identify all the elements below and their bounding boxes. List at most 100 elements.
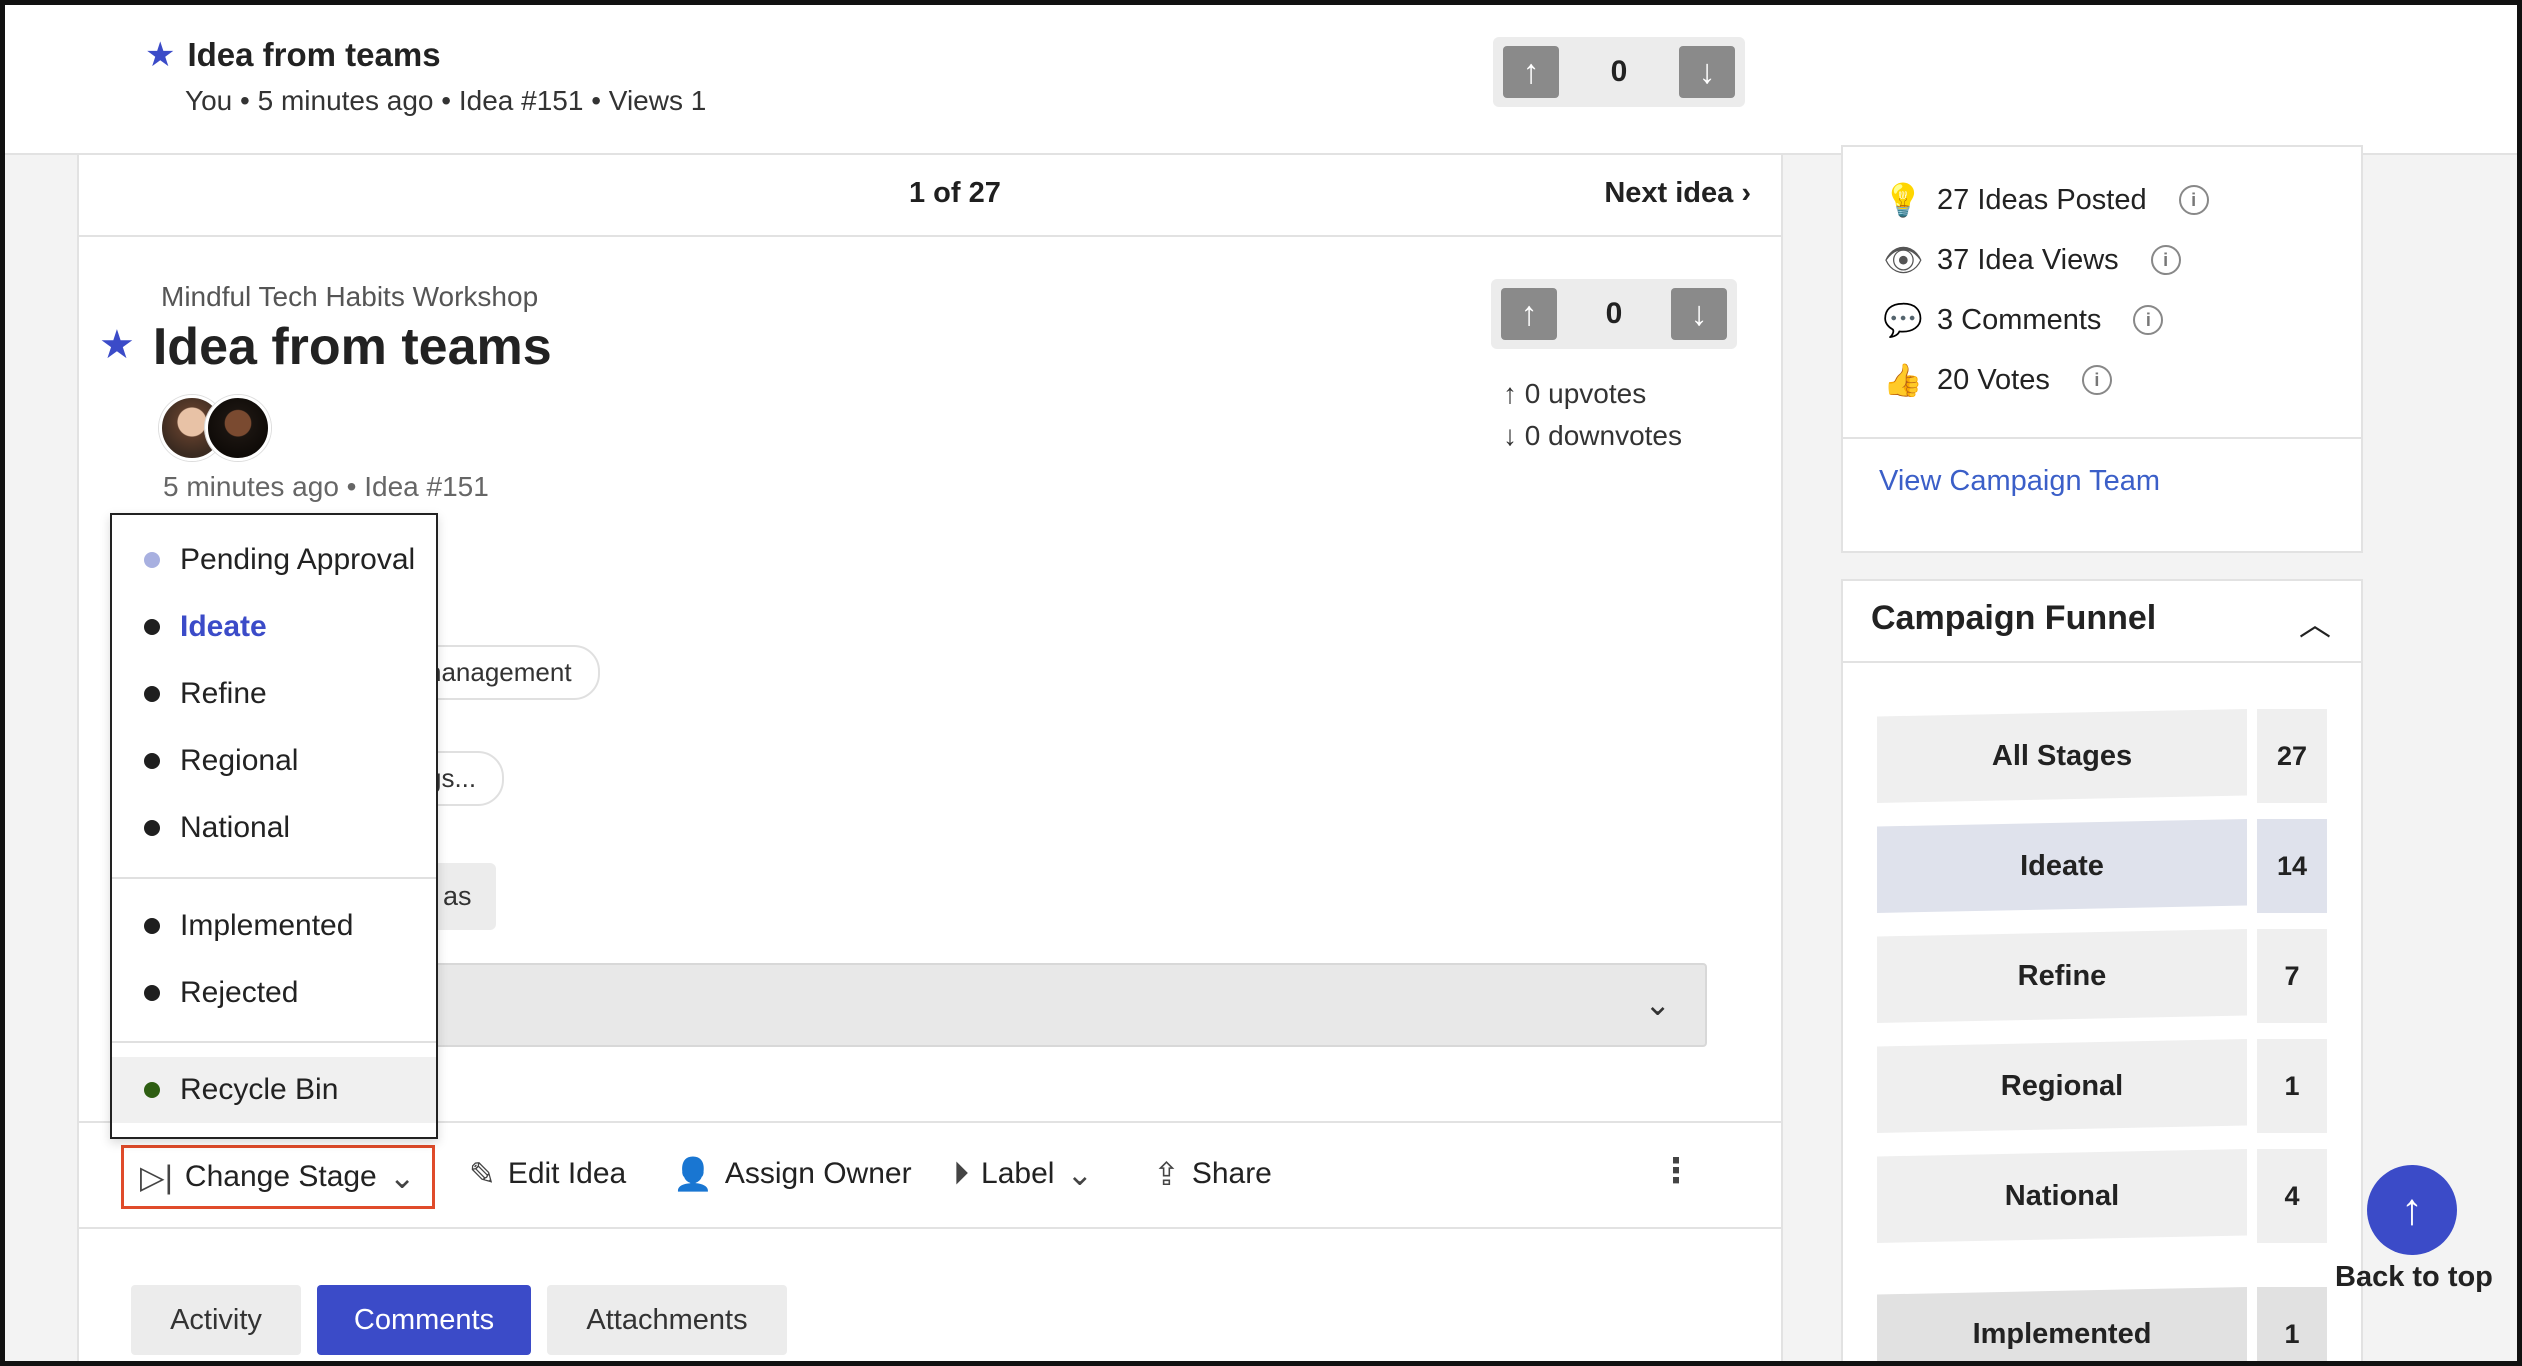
stat-ideas-posted: 💡 27 Ideas Posted i	[1883, 181, 2209, 219]
edit-idea-button[interactable]: ✎ Edit Idea	[469, 1155, 626, 1193]
upvote-button[interactable]: ↑	[1501, 288, 1557, 340]
back-to-top-button[interactable]: ↑	[2367, 1165, 2457, 1255]
chevron-up-icon[interactable]: ︿	[2299, 599, 2331, 645]
stat-label: 37 Idea Views	[1937, 243, 2119, 276]
assign-owner-button[interactable]: 👤 Assign Owner	[673, 1155, 912, 1193]
funnel-stage-label: All Stages	[1991, 739, 2133, 772]
upvotes-text: 0 upvotes	[1524, 378, 1647, 409]
downvote-button[interactable]: ↓	[1671, 288, 1727, 340]
tab-label: Attachments	[586, 1303, 748, 1336]
window-frame: ★ Idea from teams You • 5 minutes ago • I…	[0, 0, 2522, 1366]
edit-idea-label: Edit Idea	[507, 1157, 627, 1190]
funnel-stage-label: Implemented	[1972, 1317, 2152, 1350]
chevron-down-icon: ⌄	[1066, 1156, 1094, 1192]
header-meta: You • 5 minutes ago • Idea #151 • Views …	[185, 85, 707, 116]
idea-title-row: ★ Idea from teams	[99, 317, 552, 377]
info-icon[interactable]: i	[2150, 245, 2181, 275]
share-icon: ⇪	[1153, 1156, 1180, 1192]
change-stage-label: Change Stage	[184, 1160, 377, 1193]
funnel-stage-label: National	[2004, 1179, 2120, 1212]
menu-item-regional[interactable]: Regional	[112, 728, 436, 794]
menu-item-rejected[interactable]: Rejected	[112, 960, 436, 1026]
tab-activity[interactable]: Activity	[131, 1285, 301, 1355]
menu-item-label: Recycle Bin	[180, 1073, 339, 1106]
vote-breakdown: ↑ 0 upvotes ↓ 0 downvotes	[1503, 373, 1682, 457]
tab-attachments[interactable]: Attachments	[547, 1285, 787, 1355]
chevron-down-icon: ⌄	[1644, 986, 1671, 1022]
downvotes-text: 0 downvotes	[1524, 420, 1682, 451]
idea-meta: 5 minutes ago • Idea #151	[163, 471, 489, 502]
arrow-up-icon: ↑	[2401, 1185, 2423, 1234]
label-button[interactable]: ⏵ Label ⌄	[953, 1155, 1093, 1193]
avatar[interactable]	[205, 395, 271, 461]
arrow-down-icon: ↓	[1503, 420, 1517, 451]
menu-item-recycle-bin[interactable]: Recycle Bin	[112, 1057, 436, 1123]
menu-item-refine[interactable]: Refine	[112, 661, 436, 727]
stat-idea-views: 👁 37 Idea Views i	[1883, 241, 2181, 279]
idea-vote-widget: ↑ 0 ↓	[1491, 279, 1737, 349]
menu-item-label: Refine	[180, 677, 267, 710]
funnel-stage-count: 14	[2257, 819, 2327, 913]
funnel-stage-implemented[interactable]: Implemented	[1877, 1287, 2247, 1361]
funnel-stage-refine[interactable]: Refine	[1877, 929, 2247, 1023]
funnel-stage-count: 4	[2257, 1149, 2327, 1243]
menu-item-label: Implemented	[180, 909, 354, 942]
funnel-stage-count: 7	[2257, 929, 2327, 1023]
tab-label: Comments	[353, 1303, 495, 1336]
collapsible-section[interactable]: ⌄	[339, 963, 1707, 1047]
downvote-button[interactable]: ↓	[1679, 46, 1735, 98]
menu-item-label: Pending Approval	[180, 543, 416, 576]
back-to-top-label[interactable]: Back to top	[2335, 1261, 2493, 1294]
share-button[interactable]: ⇪ Share	[1153, 1155, 1272, 1193]
idea-title: Idea from teams	[152, 318, 552, 376]
status-dot	[144, 552, 160, 568]
thumbs-icon: 👍	[1883, 362, 1923, 398]
menu-item-label: Rejected	[180, 976, 299, 1009]
menu-item-national[interactable]: National	[112, 795, 436, 861]
info-icon[interactable]: i	[2081, 365, 2112, 395]
divider	[1843, 661, 2361, 663]
menu-divider	[112, 1041, 436, 1043]
status-dot	[144, 753, 160, 769]
change-stage-menu: Pending Approval Ideate Refine Regional …	[110, 513, 438, 1139]
upvote-button[interactable]: ↑	[1503, 46, 1559, 98]
star-icon[interactable]: ★	[145, 36, 175, 74]
funnel-stage-all-stages[interactable]: All Stages	[1877, 709, 2247, 803]
eye-icon: 👁	[1883, 242, 1924, 278]
info-icon[interactable]: i	[2133, 305, 2164, 335]
menu-item-implemented[interactable]: Implemented	[112, 893, 436, 959]
info-icon[interactable]: i	[2178, 185, 2209, 215]
menu-item-pending-approval[interactable]: Pending Approval	[112, 527, 436, 593]
status-dot	[144, 985, 160, 1001]
funnel-stage-count: 27	[2257, 709, 2327, 803]
funnel-stage-national[interactable]: National	[1877, 1149, 2247, 1243]
funnel-count-value: 4	[2284, 1180, 2300, 1211]
next-idea-label: Next idea	[1604, 177, 1734, 209]
menu-divider	[112, 877, 436, 879]
funnel-count-value: 1	[2284, 1318, 2300, 1349]
header-vote-widget: ↑ 0 ↓	[1493, 37, 1745, 107]
funnel-count-value: 27	[2276, 740, 2308, 771]
label-label: Label	[981, 1157, 1055, 1190]
tab-comments[interactable]: Comments	[317, 1285, 531, 1355]
tag-icon: ⏵	[953, 1155, 970, 1191]
funnel-title: Campaign Funnel	[1871, 599, 2157, 637]
arrow-up-icon: ↑	[1503, 378, 1517, 409]
funnel-count-value: 1	[2284, 1070, 2300, 1101]
status-dot	[144, 820, 160, 836]
more-options-icon[interactable]: ⋮	[1659, 1151, 1693, 1191]
star-icon[interactable]: ★	[99, 323, 135, 367]
add-user-icon: 👤	[673, 1156, 713, 1192]
share-label: Share	[1191, 1157, 1272, 1190]
campaign-name[interactable]: Mindful Tech Habits Workshop	[161, 281, 538, 313]
funnel-count-value: 14	[2276, 850, 2308, 881]
status-dot	[144, 686, 160, 702]
next-idea-link[interactable]: Next idea ›	[1604, 177, 1751, 210]
change-stage-button[interactable]: ▷| Change Stage ⌄	[121, 1145, 435, 1209]
funnel-stage-ideate[interactable]: Ideate	[1877, 819, 2247, 913]
funnel-stage-count: 1	[2257, 1287, 2327, 1361]
menu-item-ideate[interactable]: Ideate	[112, 594, 436, 660]
view-campaign-team-link[interactable]: View Campaign Team	[1879, 465, 2160, 498]
funnel-stage-regional[interactable]: Regional	[1877, 1039, 2247, 1133]
tag-chip-label: nanagement	[427, 657, 572, 687]
